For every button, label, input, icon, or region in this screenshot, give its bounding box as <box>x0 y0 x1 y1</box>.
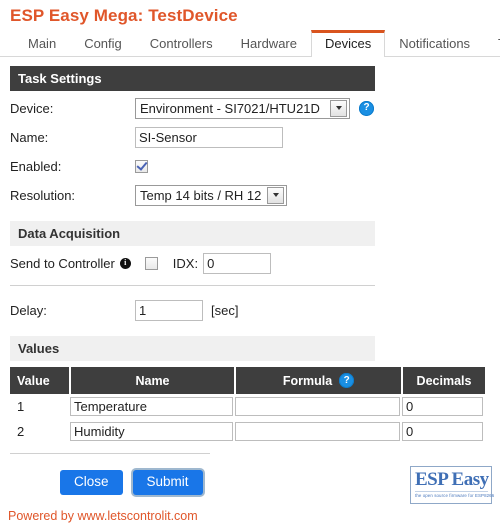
footer-divider <box>10 453 210 454</box>
name-input[interactable] <box>135 126 283 148</box>
values-section-header: Values <box>10 336 375 361</box>
tab-hardware[interactable]: Hardware <box>227 30 311 57</box>
value-index: 1 <box>17 399 25 414</box>
value-name-cell <box>70 394 235 419</box>
data-acquisition-section-header: Data Acquisition <box>10 221 375 246</box>
value-formula-cell <box>235 419 402 444</box>
value-formula-input[interactable] <box>235 397 400 416</box>
submit-button[interactable]: Submit <box>132 470 203 495</box>
name-row: Name: <box>10 125 490 149</box>
values-table-header-row: Value Name Formula ? Decimals <box>10 367 485 394</box>
column-header-formula: Formula ? <box>235 367 403 394</box>
tab-tools[interactable]: Tools <box>484 30 500 57</box>
device-select-value: Environment - SI7021/HTU21D <box>140 100 320 116</box>
resolution-label: Resolution: <box>10 187 76 203</box>
value-formula-input[interactable] <box>235 422 400 441</box>
info-icon[interactable]: i <box>119 257 131 269</box>
enabled-row: Enabled: <box>10 154 490 178</box>
chevron-down-icon <box>330 99 347 117</box>
column-header-value: Value <box>10 367 71 394</box>
enabled-label: Enabled: <box>10 158 62 174</box>
tab-config[interactable]: Config <box>70 30 136 57</box>
chevron-down-icon <box>267 186 284 204</box>
tab-main[interactable]: Main <box>14 30 70 57</box>
value-decimals-input[interactable] <box>402 422 483 441</box>
resolution-select-value: Temp 14 bits / RH 12 bits <box>140 187 261 203</box>
delay-input[interactable] <box>135 299 203 321</box>
device-label: Device: <box>10 100 54 116</box>
column-header-formula-label: Formula <box>282 373 333 388</box>
name-label: Name: <box>10 129 49 145</box>
formula-help-icon[interactable]: ? <box>339 373 355 388</box>
tab-notifications[interactable]: Notifications <box>385 30 484 57</box>
column-header-name: Name <box>70 367 236 394</box>
powered-by-text: Powered by www.letscontrolit.com <box>8 509 198 523</box>
value-decimals-cell <box>402 419 485 444</box>
value-name-input[interactable] <box>70 422 233 441</box>
device-help-icon[interactable]: ? <box>359 100 374 116</box>
send-to-controller-row: Send to Controller i IDX: <box>10 251 490 275</box>
table-row: 2 <box>10 419 485 444</box>
main-tabbar: Main Config Controllers Hardware Devices… <box>0 30 500 57</box>
close-button[interactable]: Close <box>60 470 123 495</box>
table-row: 1 <box>10 394 485 419</box>
value-decimals-cell <box>402 394 485 419</box>
column-header-decimals: Decimals <box>402 367 485 394</box>
enabled-checkbox[interactable] <box>135 159 148 173</box>
logo-tagline: the open source firmware for ESP8266 <box>415 491 495 498</box>
value-name-input[interactable] <box>70 397 233 416</box>
delay-row: Delay: [sec] <box>10 298 490 322</box>
device-select[interactable]: Environment - SI7021/HTU21D <box>135 97 350 119</box>
task-settings-section-header: Task Settings <box>10 66 375 91</box>
idx-label: IDX: <box>172 255 199 271</box>
value-formula-cell <box>235 394 402 419</box>
send-to-controller-label: Send to Controller <box>10 255 115 271</box>
idx-input[interactable] <box>203 252 272 274</box>
tab-controllers[interactable]: Controllers <box>136 30 227 57</box>
resolution-select[interactable]: Temp 14 bits / RH 12 bits <box>135 184 287 206</box>
value-index: 2 <box>17 424 25 439</box>
delay-unit-label: [sec] <box>211 302 239 318</box>
page-title: ESP Easy Mega: TestDevice <box>10 6 238 25</box>
tab-devices[interactable]: Devices <box>310 30 386 57</box>
section-divider <box>10 285 375 286</box>
delay-label: Delay: <box>10 302 47 318</box>
esp-easy-logo: ESP Easy the open source firmware for ES… <box>410 466 495 504</box>
values-table: Value Name Formula ? Decimals 1 Temperat… <box>10 367 485 444</box>
logo-title: ESP Easy <box>415 469 489 490</box>
send-to-controller-checkbox[interactable] <box>144 256 158 270</box>
resolution-row: Resolution: Temp 14 bits / RH 12 bits <box>10 183 490 207</box>
value-decimals-input[interactable] <box>402 397 483 416</box>
value-name-cell <box>70 419 235 444</box>
device-row: Device: Environment - SI7021/HTU21D ? <box>10 96 490 120</box>
